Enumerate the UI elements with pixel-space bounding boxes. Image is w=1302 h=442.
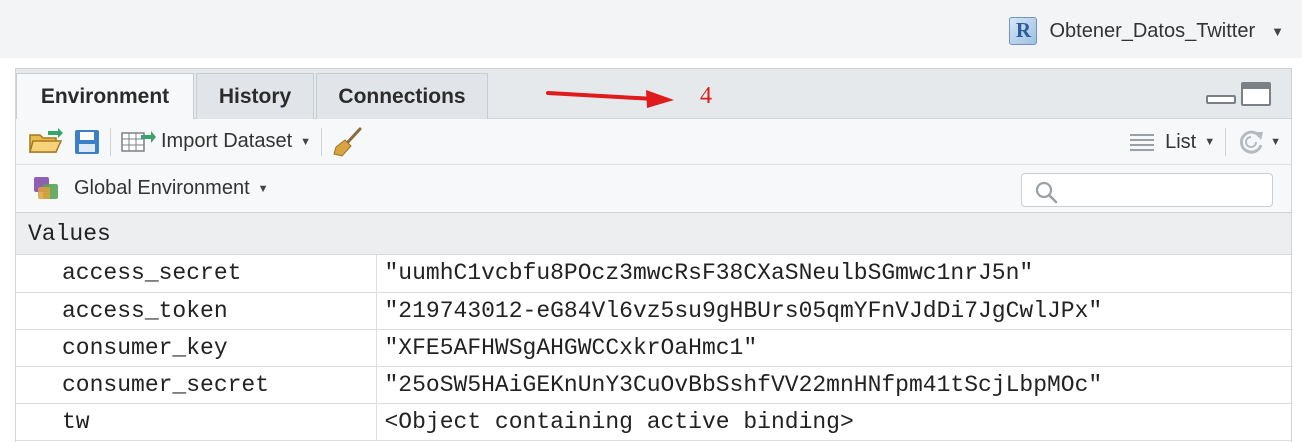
open-folder-icon: [29, 127, 63, 153]
variable-value: "uumhC1vcbfu8POcz3mwcRsF38CXaSNeulbSGmwc…: [376, 255, 1291, 293]
load-workspace-button[interactable]: [28, 126, 64, 158]
annotation-arrow: [546, 90, 674, 108]
variable-name: access_secret: [16, 255, 377, 293]
import-dataset-icon: [121, 130, 156, 152]
refresh-button[interactable]: ▼: [1236, 127, 1281, 157]
variable-value: "XFE5AFHWSgAHGWCCxkrOaHmc1": [376, 329, 1291, 367]
chevron-down-icon: ▼: [257, 182, 269, 195]
chevron-down-icon: ▼: [1271, 23, 1284, 39]
variable-value: "219743012-eG84Vl6vz5su9gHBUrs05qmYFnVJd…: [376, 292, 1291, 330]
maximize-pane-button[interactable]: [1241, 82, 1271, 106]
environment-toolbar: Import Dataset ▼ List ▼ ▼: [16, 119, 1291, 165]
refresh-icon: [1240, 130, 1264, 154]
broom-icon: [333, 127, 362, 157]
variable-name: tw: [16, 403, 377, 441]
project-menu[interactable]: R Obtener_Datos_Twitter ▼: [1007, 14, 1284, 48]
environment-selector-label: Global Environment: [74, 177, 250, 199]
table-row[interactable]: consumer_secret "25oSW5HAiGEKnUnY3CuOvBb…: [16, 366, 1291, 404]
variable-name: consumer_key: [16, 329, 377, 367]
toolbar-divider: [321, 127, 323, 156]
save-icon: [75, 129, 99, 154]
environment-pane: Environment History Connections 4 Import…: [15, 68, 1292, 442]
global-environment-icon: [34, 176, 58, 199]
values-section-header: Values: [16, 213, 1291, 255]
project-bar: R Obtener_Datos_Twitter ▼: [0, 0, 1302, 58]
view-tools: List ▼ ▼: [1129, 126, 1281, 158]
save-workspace-button[interactable]: [74, 126, 100, 158]
r-project-icon: R: [1007, 16, 1039, 46]
list-icon: [1130, 134, 1155, 151]
toolbar-divider: [110, 127, 111, 156]
search-input[interactable]: [1021, 173, 1273, 207]
chevron-down-icon: ▼: [300, 135, 312, 148]
table-row[interactable]: access_token "219743012-eG84Vl6vz5su9gHB…: [16, 292, 1291, 330]
chevron-down-icon: ▼: [1204, 136, 1216, 148]
variable-value: <Object containing active binding>: [376, 403, 1291, 441]
values-table: access_secret "uumhC1vcbfu8POcz3mwcRsF38…: [16, 255, 1291, 441]
tab-environment[interactable]: Environment: [16, 73, 194, 120]
variable-value: "25oSW5HAiGEKnUnY3CuOvBbSshfVV22mnHNfpm4…: [376, 366, 1291, 404]
tab-connections[interactable]: Connections: [316, 73, 488, 119]
search-icon: [1035, 181, 1058, 204]
list-view-menu[interactable]: List ▼: [1129, 131, 1215, 154]
variable-name: consumer_secret: [16, 366, 377, 404]
table-row[interactable]: access_secret "uumhC1vcbfu8POcz3mwcRsF38…: [16, 255, 1291, 293]
project-name: Obtener_Datos_Twitter: [1049, 19, 1256, 42]
minimize-pane-button[interactable]: [1206, 95, 1236, 104]
environment-selector[interactable]: Global Environment ▼: [32, 175, 269, 203]
variable-name: access_token: [16, 292, 377, 330]
table-row[interactable]: tw <Object containing active binding>: [16, 403, 1291, 441]
pane-tabbar: Environment History Connections 4: [16, 69, 1291, 120]
environment-row: Global Environment ▼: [16, 165, 1291, 213]
clear-workspace-button[interactable]: [332, 126, 364, 158]
import-dataset-label: Import Dataset: [161, 130, 293, 152]
view-mode-label: List: [1165, 130, 1197, 153]
toolbar-divider: [1225, 128, 1227, 156]
tab-history[interactable]: History: [196, 73, 314, 119]
annotation-number: 4: [700, 83, 712, 109]
chevron-down-icon: ▼: [1270, 136, 1281, 148]
import-dataset-button[interactable]: Import Dataset ▼: [121, 126, 311, 158]
table-row[interactable]: consumer_key "XFE5AFHWSgAHGWCCxkrOaHmc1": [16, 329, 1291, 367]
